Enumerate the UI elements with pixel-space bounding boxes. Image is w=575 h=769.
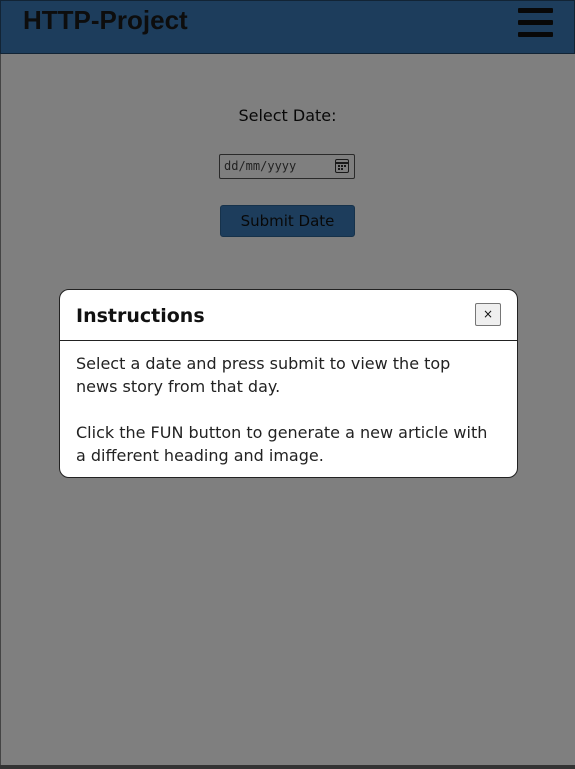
modal-header: Instructions ×	[60, 290, 517, 341]
page-bottom-border	[0, 765, 575, 769]
instructions-paragraph-1: Select a date and press submit to view t…	[76, 354, 451, 396]
page-left-border	[0, 54, 1, 766]
modal-close-button[interactable]: ×	[475, 303, 501, 326]
app-root: HTTP-Project Select Date: dd/mm/yyyy Sub…	[0, 0, 575, 769]
modal-body: Select a date and press submit to view t…	[76, 352, 496, 467]
instructions-modal: Instructions × Select a date and press s…	[59, 289, 518, 478]
instructions-paragraph-2: Click the FUN button to generate a new a…	[76, 423, 488, 465]
modal-title: Instructions	[76, 305, 205, 327]
